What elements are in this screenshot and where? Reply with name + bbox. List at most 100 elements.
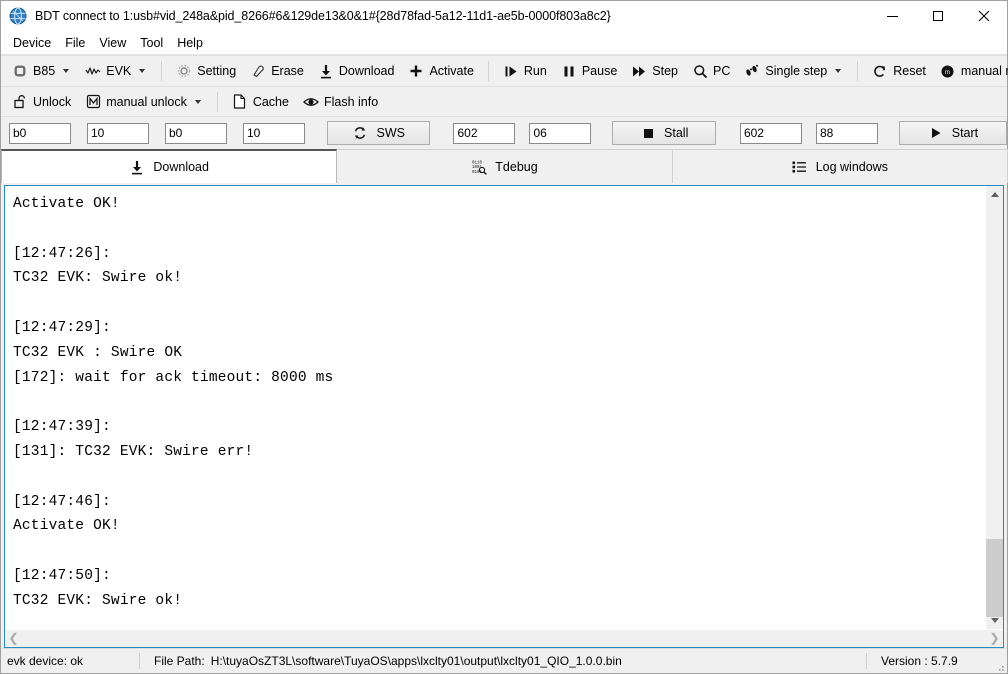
unlock-button[interactable]: Unlock [5,90,78,114]
cache-label: Cache [252,94,289,109]
log-line: [172]: wait for ack timeout: 8000 ms [13,369,334,386]
setting-button[interactable]: Setting [169,59,243,83]
vertical-scrollbar[interactable] [985,186,1003,629]
menu-view[interactable]: View [92,34,133,52]
menu-bar: Device File View Tool Help [1,32,1007,55]
single-step-label: Single step [765,64,828,78]
toolbar-divider [487,61,489,81]
main-toolbar: B85 EVK Setting Erase Download Activate … [1,55,1008,86]
log-line: TC32 EVK : Swire OK [13,344,183,361]
start-value-input[interactable] [815,122,878,144]
device-status: evk device: ok [7,654,84,668]
stop-square-icon [640,125,656,141]
run-button[interactable]: Run [496,59,554,83]
minimize-button[interactable] [869,1,915,31]
boxed-m-icon [85,94,101,110]
cache-button[interactable]: Cache [225,90,296,114]
step-label: Step [652,64,679,78]
close-button[interactable] [961,1,1007,31]
tab-log-windows[interactable]: Log windows [671,149,1008,183]
play-triangle-icon [928,125,944,141]
addr2-input[interactable] [165,122,227,144]
chip-select-button[interactable]: B85 [5,59,78,83]
tab-log-windows-label: Log windows [815,159,888,174]
tab-download[interactable]: Download [1,149,338,183]
activate-button[interactable]: Activate [401,59,480,83]
sws-button[interactable]: SWS [327,121,431,145]
sws-label: SWS [376,126,405,140]
start-addr-input[interactable] [739,122,802,144]
download-button[interactable]: Download [311,59,402,83]
chevron-down-icon[interactable] [194,99,201,104]
footsteps-icon [744,63,760,79]
log-line: [12:47:46]: [13,493,111,510]
erase-button[interactable]: Erase [243,59,311,83]
unlock-label: Unlock [33,94,72,109]
pause-button[interactable]: Pause [554,59,624,83]
list-lines-icon [792,159,808,175]
stall-value-input[interactable] [529,122,592,144]
menu-file[interactable]: File [58,34,92,52]
vertical-scroll-thumb[interactable] [986,539,1003,617]
len2-input[interactable] [243,122,305,144]
flash-info-button[interactable]: Flash info [296,90,385,114]
eraser-icon [250,63,266,79]
bdt-globe-icon [9,7,27,25]
file-path-value: H:\tuyaOsZT3L\software\TuyaOS\apps\lxclt… [210,654,622,668]
setting-label: Setting [197,64,237,78]
open-padlock-icon [12,94,28,110]
menu-help[interactable]: Help [170,34,210,52]
single-step-button[interactable]: Single step [737,59,850,83]
resize-grip[interactable] [995,661,1005,671]
scroll-right-button[interactable]: ❯ [986,630,1003,647]
window-controls [869,1,1007,31]
horizontal-scrollbar[interactable]: ❮ ❯ [5,629,1003,647]
download-arrow-icon [129,159,145,175]
log-line: TC32 EVK: Swire ok! [13,270,183,287]
chip-icon [12,63,28,79]
reset-button[interactable]: Reset [865,59,933,83]
maximize-button[interactable] [915,1,961,31]
stall-addr-input[interactable] [453,122,516,144]
pause-label: Pause [581,64,618,78]
status-bar: evk device: ok File Path: H:\tuyaOsZT3L\… [1,648,1007,673]
mode-circle-icon: m [940,63,956,79]
waveform-icon [85,63,101,79]
plus-icon [408,63,424,79]
eye-icon [303,94,319,110]
addr1-input[interactable] [9,122,71,144]
manual-unlock-button[interactable]: manual unlock [78,90,210,114]
chevron-down-icon[interactable] [835,69,842,73]
chevron-down-icon[interactable] [139,69,146,73]
parameters-row: SWS Stall Start [1,116,1007,149]
menu-tool[interactable]: Tool [133,34,170,52]
document-icon [232,94,248,110]
log-line: Activate OK! [13,518,120,535]
menu-device[interactable]: Device [6,34,58,52]
log-text-area[interactable]: Activate OK! [12:47:26]: TC32 EVK: Swire … [5,186,985,629]
start-button[interactable]: Start [898,121,1007,145]
stall-button[interactable]: Stall [612,121,716,145]
pc-button[interactable]: PC [685,59,737,83]
tab-tdebug[interactable]: 0110 1001 0101 Tdebug [336,149,673,183]
manual-mode-button[interactable]: m manual mode [933,59,1008,83]
len1-input[interactable] [87,122,149,144]
chevron-down-icon[interactable] [63,69,70,73]
magnifier-icon [692,63,708,79]
vertical-scroll-track[interactable] [986,203,1003,617]
board-select-button[interactable]: EVK [78,59,154,83]
scroll-up-button[interactable] [986,186,1003,203]
tab-strip: Download 0110 1001 0101 Tdebug Log windo… [1,149,1008,183]
scroll-left-button[interactable]: ❮ [5,630,22,647]
step-button[interactable]: Step [624,59,685,83]
gear-icon [176,63,192,79]
log-line: [12:47:29]: [13,319,111,336]
flash-info-label: Flash info [323,94,379,109]
tab-download-label: Download [153,160,209,174]
